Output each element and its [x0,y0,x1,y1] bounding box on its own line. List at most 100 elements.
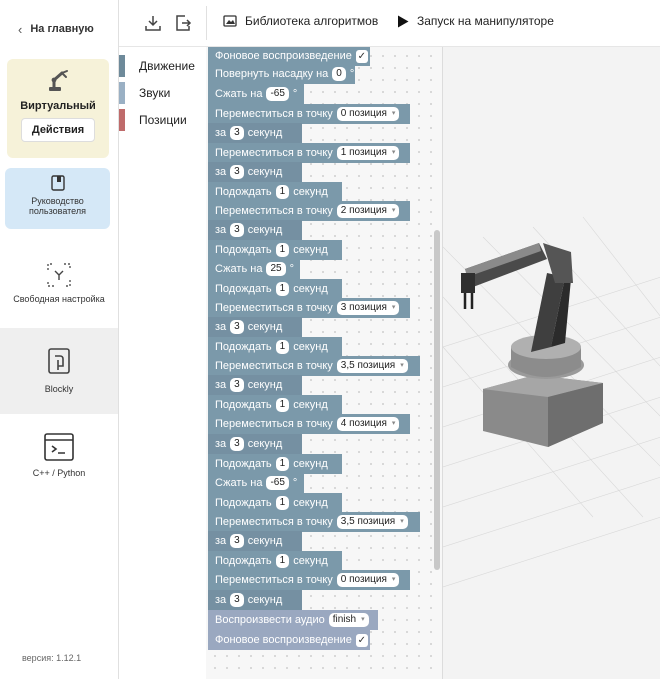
dropdown-arrow-icon: ▾ [391,304,396,311]
field-value: 0 позиция [340,108,387,119]
block-move-duration[interactable]: за 3 секунд [208,220,302,240]
block-unit: секунд [293,244,328,256]
seconds-field[interactable]: 3 [230,320,244,334]
category-motion[interactable]: Движение [119,55,206,77]
block-move-to-point[interactable]: Переместиться в точку 4 позиция ▾ [208,414,410,434]
position-dropdown[interactable]: 2 позиция ▾ [336,204,400,218]
block-move-to-point[interactable]: Переместиться в точку 1 позиция ▾ [208,143,410,163]
seconds-field[interactable]: 1 [275,340,290,354]
block-move-duration[interactable]: за 3 секунд [208,123,302,143]
block-move-to-point[interactable]: Переместиться в точку 0 позиция ▾ [208,570,410,590]
position-dropdown[interactable]: 0 позиция ▾ [336,573,400,587]
workspace-scrollbar[interactable] [434,230,440,570]
block-text: Фоновое воспроизведение [215,634,352,646]
block-squeeze[interactable]: Сжать на -65 ° [208,84,304,104]
field-value: 3 [234,127,240,138]
block-move-to-point[interactable]: Переместиться в точку 2 позиция ▾ [208,201,410,221]
actions-button[interactable]: Действия [21,118,95,142]
block-background-playback[interactable]: Фоновое воспроизведение ✓ [208,630,370,650]
position-dropdown[interactable]: 3 позиция ▾ [336,301,400,315]
position-dropdown[interactable]: 4 позиция ▾ [336,417,400,431]
field-value: -65 [270,477,285,488]
block-move-to-point[interactable]: Переместиться в точку 3,5 позиция ▾ [208,356,420,376]
block-rotate-nozzle[interactable]: Повернуть насадку на 0 ° [208,64,355,84]
blockly-workspace[interactable]: Фоновое воспроизведение ✓ Повернуть наса… [206,47,442,679]
block-wait[interactable]: Подождать 1 секунд [208,454,342,474]
category-sounds[interactable]: Звуки [119,82,206,104]
seconds-field[interactable]: 1 [275,398,290,412]
back-home-link[interactable]: ‹ На главную [18,18,94,40]
block-wait[interactable]: Подождать 1 секунд [208,337,342,357]
algorithm-library-button[interactable]: Библиотека алгоритмов [223,14,378,28]
position-dropdown[interactable]: 0 позиция ▾ [336,107,400,121]
block-move-duration[interactable]: за 3 секунд [208,162,302,182]
block-move-to-point[interactable]: Переместиться в точку 3 позиция ▾ [208,298,410,318]
seconds-field[interactable]: 1 [275,185,290,199]
field-value: 1 [279,186,286,197]
angle-field[interactable]: 0 [332,67,346,81]
block-move-duration[interactable]: за 3 секунд [208,531,302,551]
seconds-field[interactable]: 1 [275,282,290,296]
checkbox[interactable]: ✓ [355,633,368,647]
audio-dropdown[interactable]: finish ▾ [328,613,369,627]
sidebar: ‹ На главную Виртуальный Действия Руково… [0,0,119,679]
block-wait[interactable]: Подождать 1 секунд [208,182,342,202]
block-move-to-point[interactable]: Переместиться в точку 0 позиция ▾ [208,104,410,124]
block-text: за [215,166,227,178]
block-squeeze[interactable]: Сжать на -65 ° [208,473,304,493]
block-unit: секунд [293,458,328,470]
block-wait[interactable]: Подождать 1 секунд [208,279,342,299]
block-move-to-point[interactable]: Переместиться в точку 3,5 позиция ▾ [208,512,420,532]
user-guide-button[interactable]: Руководство пользователя [5,168,110,229]
crosshair-icon [47,263,71,287]
field-value: 3,5 позиция [340,360,396,371]
block-move-duration[interactable]: за 3 секунд [208,434,302,454]
download-icon[interactable] [143,13,163,33]
checkbox[interactable]: ✓ [355,49,368,63]
export-icon[interactable] [173,13,193,33]
seconds-field[interactable]: 3 [230,223,244,237]
block-play-audio[interactable]: Воспроизвести аудио finish ▾ [208,610,378,630]
category-positions[interactable]: Позиции [119,109,206,131]
run-on-manipulator-button[interactable]: Запуск на манипуляторе [397,14,554,28]
block-text: Переместиться в точку [215,418,333,430]
position-dropdown[interactable]: 3,5 позиция ▾ [336,359,408,373]
angle-field[interactable]: -65 [266,476,289,490]
chevron-left-icon: ‹ [18,21,23,37]
seconds-field[interactable]: 3 [230,437,244,451]
category-sounds-color [119,82,125,104]
block-unit: секунд [247,224,283,236]
angle-field[interactable]: 25 [266,262,286,276]
seconds-field[interactable]: 3 [230,534,244,548]
block-wait[interactable]: Подождать 1 секунд [208,395,342,415]
block-wait[interactable]: Подождать 1 секунд [208,240,342,260]
block-move-duration[interactable]: за 3 секунд [208,375,302,395]
block-text: Сжать на [215,88,263,100]
seconds-field[interactable]: 1 [275,554,290,568]
block-wait[interactable]: Подождать 1 секунд [208,493,342,513]
seconds-field[interactable]: 3 [230,126,244,140]
position-dropdown[interactable]: 3,5 позиция ▾ [336,515,408,529]
dropdown-arrow-icon: ▾ [391,149,396,156]
block-squeeze[interactable]: Сжать на 25 ° [208,259,300,279]
seconds-field[interactable]: 3 [230,165,244,179]
block-move-duration[interactable]: за 3 секунд [208,590,302,610]
robot-3d-view[interactable] [442,47,660,679]
nav-free-setup[interactable]: Свободная настройка [0,248,118,318]
seconds-field[interactable]: 3 [230,593,244,607]
block-text: за [215,127,227,139]
seconds-field[interactable]: 3 [230,378,244,392]
field-value: 1 [279,244,286,255]
virtual-title: Виртуальный [20,100,96,112]
block-unit: секунд [293,283,328,295]
block-wait[interactable]: Подождать 1 секунд [208,551,342,571]
seconds-field[interactable]: 1 [275,496,290,510]
seconds-field[interactable]: 1 [275,243,290,257]
block-move-duration[interactable]: за 3 секунд [208,317,302,337]
nav-blockly[interactable]: Blockly [0,328,118,414]
seconds-field[interactable]: 1 [275,457,290,471]
toolbar: Библиотека алгоритмов Запуск на манипуля… [119,0,660,47]
position-dropdown[interactable]: 1 позиция ▾ [336,146,400,160]
nav-cpp-python[interactable]: C++ / Python [0,424,118,494]
angle-field[interactable]: -65 [266,87,289,101]
